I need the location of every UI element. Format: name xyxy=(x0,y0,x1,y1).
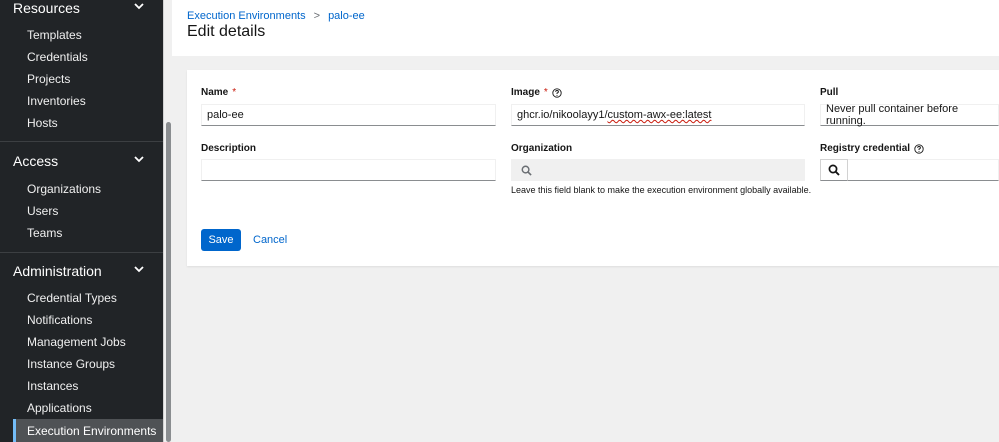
name-input[interactable]: palo-ee xyxy=(201,104,496,126)
sidebar-divider xyxy=(0,141,163,142)
help-icon[interactable] xyxy=(914,143,924,154)
search-icon xyxy=(828,164,840,176)
registry-credential-search-button[interactable] xyxy=(820,159,848,181)
registry-credential-label: Registry credential xyxy=(820,143,924,154)
page-header: Execution Environments > palo-ee Edit de… xyxy=(172,0,999,56)
sidebar-item-instance-groups[interactable]: Instance Groups xyxy=(27,357,115,371)
image-label: Image * xyxy=(511,87,562,98)
registry-credential-input[interactable] xyxy=(848,159,999,181)
sidebar-item-credential-types[interactable]: Credential Types xyxy=(27,291,117,305)
breadcrumb-separator: > xyxy=(313,10,321,22)
description-label: Description xyxy=(201,143,257,154)
sidebar-item-inventories[interactable]: Inventories xyxy=(27,94,86,108)
sidebar-item-templates[interactable]: Templates xyxy=(27,28,82,42)
page-title: Edit details xyxy=(187,23,266,40)
sidebar-item-applications[interactable]: Applications xyxy=(27,401,92,415)
organization-label: Organization xyxy=(511,143,573,154)
required-marker: * xyxy=(543,87,548,98)
description-input[interactable] xyxy=(201,159,496,181)
sidebar-scrollbar[interactable] xyxy=(163,0,172,442)
sidebar-item-teams[interactable]: Teams xyxy=(27,226,62,240)
sidebar-item-instances[interactable]: Instances xyxy=(27,379,78,393)
main-content: Execution Environments > palo-ee Edit de… xyxy=(172,0,999,442)
sidebar-item-credentials[interactable]: Credentials xyxy=(27,50,88,64)
sidebar-group-label: Access xyxy=(13,153,59,169)
sidebar-item-execution-environments[interactable]: Execution Environments xyxy=(27,424,156,438)
name-label: Name * xyxy=(201,87,237,98)
pull-label: Pull xyxy=(820,87,839,98)
sidebar-item-notifications[interactable]: Notifications xyxy=(27,313,92,327)
pull-select[interactable]: Never pull container before running. xyxy=(820,103,999,127)
sidebar-group-label: Resources xyxy=(13,0,80,16)
search-icon[interactable] xyxy=(521,165,532,176)
breadcrumb-link-current[interactable]: palo-ee xyxy=(328,10,365,22)
sidebar-group-administration[interactable]: Administration xyxy=(13,263,102,279)
organization-helper-text: Leave this field blank to make the execu… xyxy=(511,185,812,195)
sidebar-group-label: Administration xyxy=(13,263,102,279)
cancel-button[interactable]: Cancel xyxy=(253,229,287,251)
sidebar-item-projects[interactable]: Projects xyxy=(27,72,70,86)
edit-form-card: Name * Image * Pull palo-ee ghcr.io/niko… xyxy=(187,70,999,266)
save-button[interactable]: Save xyxy=(201,229,241,251)
chevron-down-icon[interactable] xyxy=(134,154,144,164)
sidebar-item-users[interactable]: Users xyxy=(27,204,58,218)
breadcrumb: Execution Environments > palo-ee xyxy=(187,10,365,22)
spellcheck-text: custom-awx-ee:latest xyxy=(607,109,712,121)
chevron-down-icon[interactable] xyxy=(134,264,144,274)
sidebar-item-management-jobs[interactable]: Management Jobs xyxy=(27,335,126,349)
sidebar-group-access[interactable]: Access xyxy=(13,153,58,169)
sidebar-item-hosts[interactable]: Hosts xyxy=(27,116,58,130)
image-input[interactable]: ghcr.io/nikoolayy1/custom-awx-ee:latest xyxy=(511,104,805,126)
sidebar-divider xyxy=(0,252,163,253)
sidebar-group-resources[interactable]: Resources xyxy=(13,0,80,16)
organization-lookup[interactable] xyxy=(511,159,805,181)
scrollbar-thumb[interactable] xyxy=(166,122,171,442)
breadcrumb-link-execution-environments[interactable]: Execution Environments xyxy=(187,10,306,22)
chevron-down-icon[interactable] xyxy=(134,1,144,11)
sidebar-item-organizations[interactable]: Organizations xyxy=(27,182,101,196)
required-marker: * xyxy=(232,87,237,98)
help-icon[interactable] xyxy=(552,87,562,98)
sidebar: Resources Templates Credentials Projects… xyxy=(0,0,163,442)
